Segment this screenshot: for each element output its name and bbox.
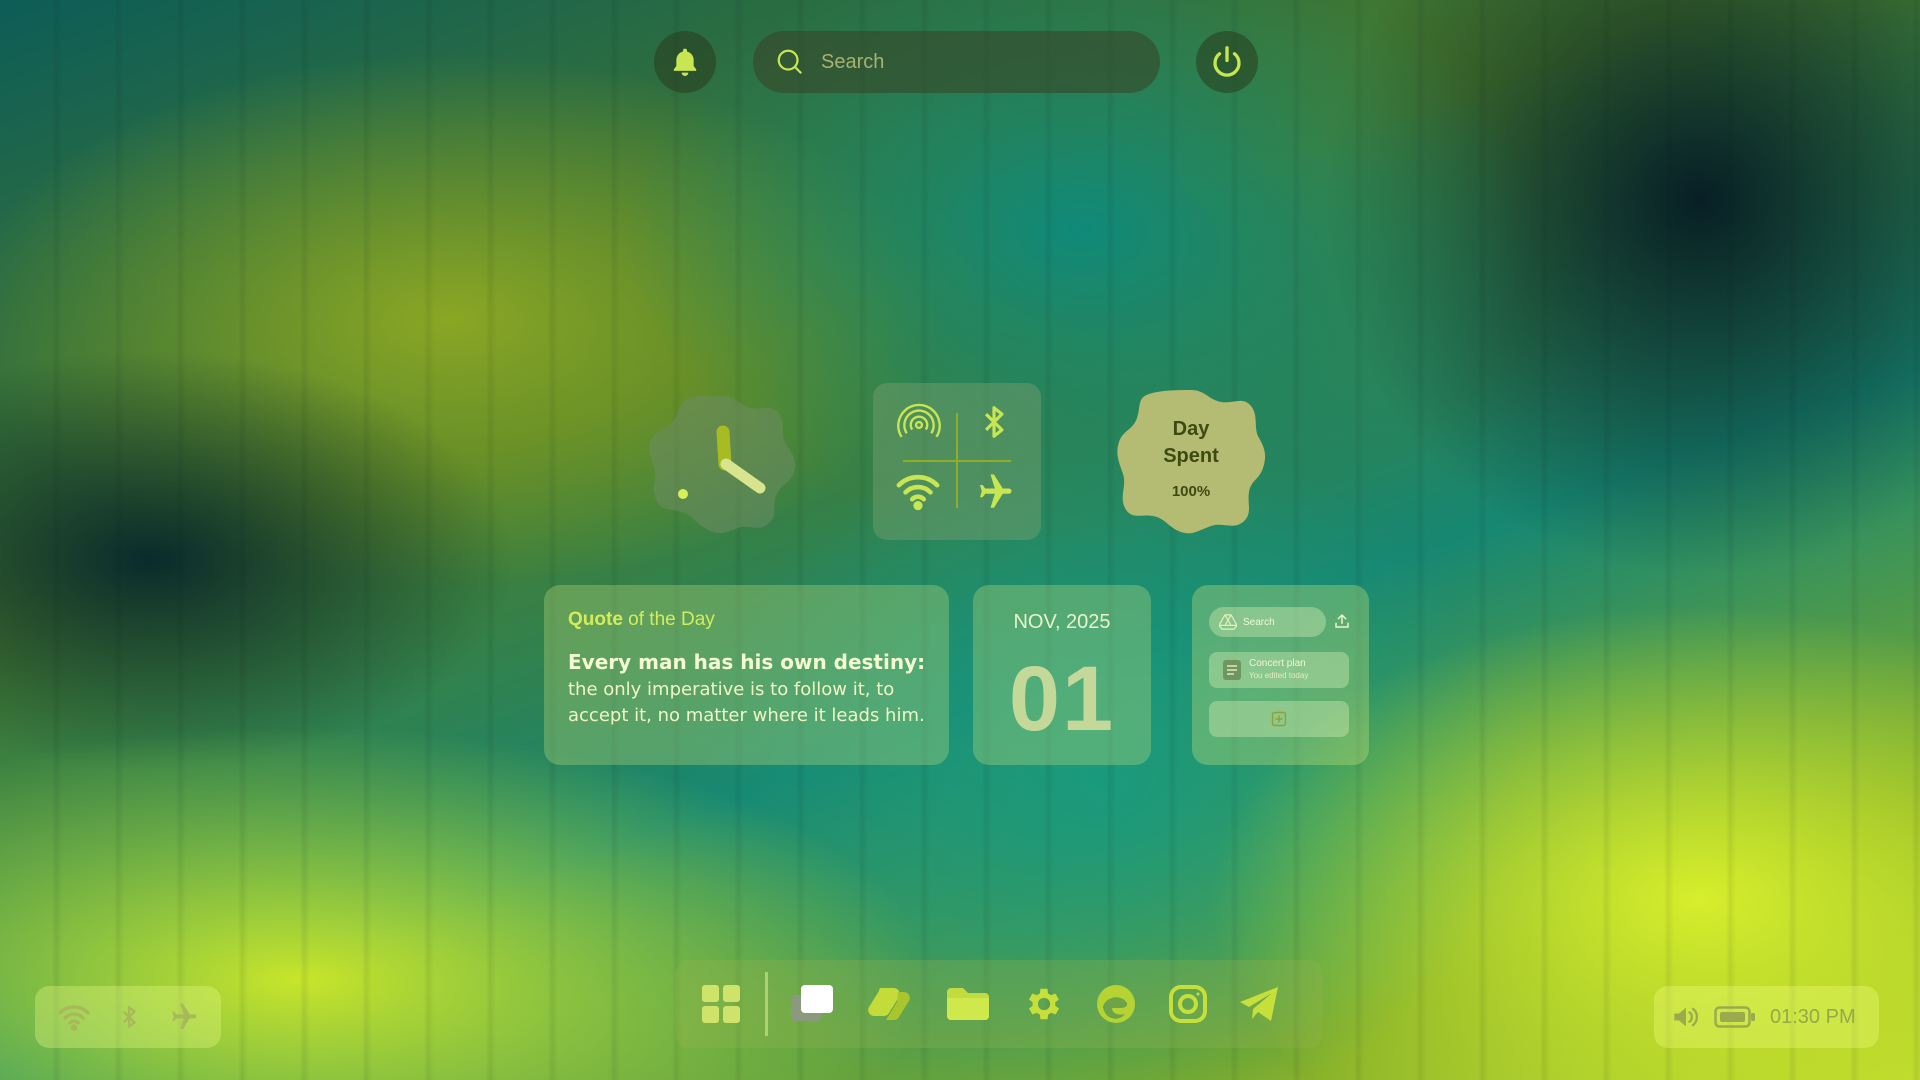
task-view-icon[interactable] (784, 976, 840, 1032)
file-explorer-icon[interactable] (940, 976, 996, 1032)
drive-widget: Search Concert plan You edited today (1192, 585, 1369, 765)
document-icon (1223, 660, 1241, 680)
quick-toggles-widget[interactable] (873, 383, 1041, 540)
taskbar (675, 960, 1323, 1048)
day-spent-label-2: Spent (1163, 445, 1219, 467)
drive-icon (1219, 614, 1237, 630)
clock-time[interactable]: 01:30 PM (1770, 1006, 1856, 1029)
recent-file-item[interactable]: Concert plan You edited today (1209, 652, 1349, 688)
copilot-icon[interactable] (862, 976, 918, 1032)
add-file-button[interactable] (1209, 701, 1349, 737)
airplane-icon[interactable] (167, 1001, 199, 1033)
hotspot-icon[interactable] (897, 403, 941, 447)
drive-search-label: Search (1243, 616, 1275, 628)
notifications-button[interactable] (654, 31, 716, 93)
instagram-icon[interactable] (1160, 976, 1216, 1032)
system-tray-right: 01:30 PM (1654, 986, 1879, 1048)
telegram-icon[interactable] (1232, 976, 1288, 1032)
search-input[interactable] (819, 49, 1143, 75)
volume-icon[interactable] (1672, 1004, 1700, 1030)
airplane-icon[interactable] (973, 471, 1015, 513)
date-day: 01 (1008, 648, 1116, 750)
file-subtitle: You edited today (1249, 671, 1309, 680)
wifi-icon[interactable] (895, 471, 941, 511)
taskbar-divider (765, 972, 768, 1036)
day-spent-label-1: Day (1172, 418, 1210, 440)
quote-text: Every man has his own destiny: the only … (568, 650, 926, 726)
plus-box-icon (1271, 711, 1287, 727)
start-icon[interactable] (693, 976, 749, 1032)
bluetooth-icon[interactable] (975, 403, 1013, 441)
system-tray-left (35, 986, 221, 1048)
day-spent-percent: 100% (1171, 483, 1211, 500)
clock-widget[interactable] (648, 392, 798, 534)
drive-search-button[interactable]: Search (1209, 607, 1326, 637)
search-bar[interactable] (753, 31, 1160, 93)
upload-icon[interactable] (1333, 612, 1351, 635)
power-icon (1213, 46, 1241, 77)
bluetooth-icon[interactable] (116, 1003, 142, 1031)
search-icon (775, 47, 805, 77)
wifi-icon[interactable] (57, 1003, 91, 1031)
settings-icon[interactable] (1016, 976, 1072, 1032)
battery-icon[interactable] (1714, 1005, 1756, 1029)
quote-title: Quote of the Day (568, 609, 715, 630)
date-widget[interactable]: NOV, 2025 01 (973, 585, 1151, 765)
file-name: Concert plan (1249, 658, 1306, 669)
power-button[interactable] (1196, 31, 1258, 93)
quote-widget: Quote of the Day Every man has his own d… (544, 585, 949, 765)
bell-icon (673, 48, 697, 76)
day-spent-widget[interactable]: Day Spent 100% (1115, 388, 1267, 535)
edge-icon[interactable] (1088, 976, 1144, 1032)
date-month-year: NOV, 2025 (1013, 611, 1111, 633)
